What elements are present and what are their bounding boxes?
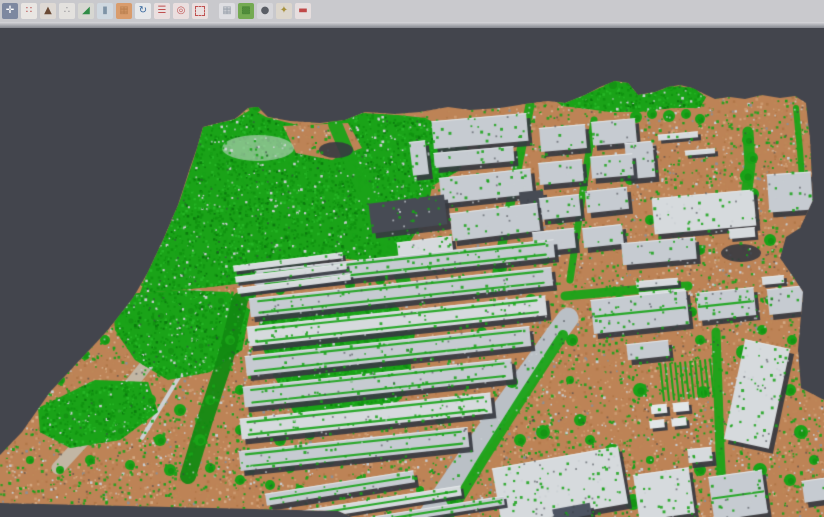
model-sphere-icon[interactable]: ●: [257, 3, 273, 19]
marker-target-icon-glyph: ◎: [177, 6, 186, 16]
pan-move-icon-glyph: ✛: [6, 6, 14, 16]
profile-icon[interactable]: ▮: [97, 3, 113, 19]
classification-map-icon-glyph: ▩: [241, 6, 250, 16]
build-tools-icon-glyph: ✦: [280, 6, 288, 16]
profile-icon-glyph: ▮: [102, 6, 108, 16]
selection-rect-icon[interactable]: [192, 3, 208, 19]
terrain-icon-glyph: ▲: [44, 6, 52, 16]
layers-palette-icon-glyph: ▬: [298, 6, 307, 16]
grid-icon[interactable]: ▦: [219, 3, 235, 19]
selection-rect-icon-glyph: [195, 6, 205, 16]
terrain-icon[interactable]: ▲: [40, 3, 56, 19]
orthomosaic-icon-glyph: ▦: [119, 6, 128, 16]
refresh-icon[interactable]: ↻: [135, 3, 151, 19]
orthomosaic-icon[interactable]: ▦: [116, 3, 132, 19]
layers-palette-icon[interactable]: ▬: [295, 3, 311, 19]
3d-viewport-canvas[interactable]: [0, 28, 824, 517]
refresh-icon-glyph: ↻: [139, 6, 147, 16]
grid-icon-glyph: ▦: [222, 6, 231, 16]
classify-list-icon-glyph: ☰: [158, 6, 167, 16]
align-points-icon-glyph: ∷: [26, 6, 32, 16]
point-cloud-icon[interactable]: ∴: [59, 3, 75, 19]
classify-list-icon[interactable]: ☰: [154, 3, 170, 19]
toolbar: ✛ ∷ ▲ ∴ ◢ ▮ ▦ ↻ ☰ ◎ ▦ ▩ ● ✦ ▬: [0, 0, 824, 22]
align-points-icon[interactable]: ∷: [21, 3, 37, 19]
classification-map-icon[interactable]: ▩: [238, 3, 254, 19]
pan-move-icon[interactable]: ✛: [2, 3, 18, 19]
marker-target-icon[interactable]: ◎: [173, 3, 189, 19]
build-tools-icon[interactable]: ✦: [276, 3, 292, 19]
dem-icon-glyph: ◢: [82, 6, 90, 16]
application-window: ✛ ∷ ▲ ∴ ◢ ▮ ▦ ↻ ☰ ◎ ▦ ▩ ● ✦ ▬: [0, 0, 824, 517]
dem-icon[interactable]: ◢: [78, 3, 94, 19]
point-cloud-icon-glyph: ∴: [64, 6, 70, 16]
model-sphere-icon-glyph: ●: [261, 6, 270, 16]
